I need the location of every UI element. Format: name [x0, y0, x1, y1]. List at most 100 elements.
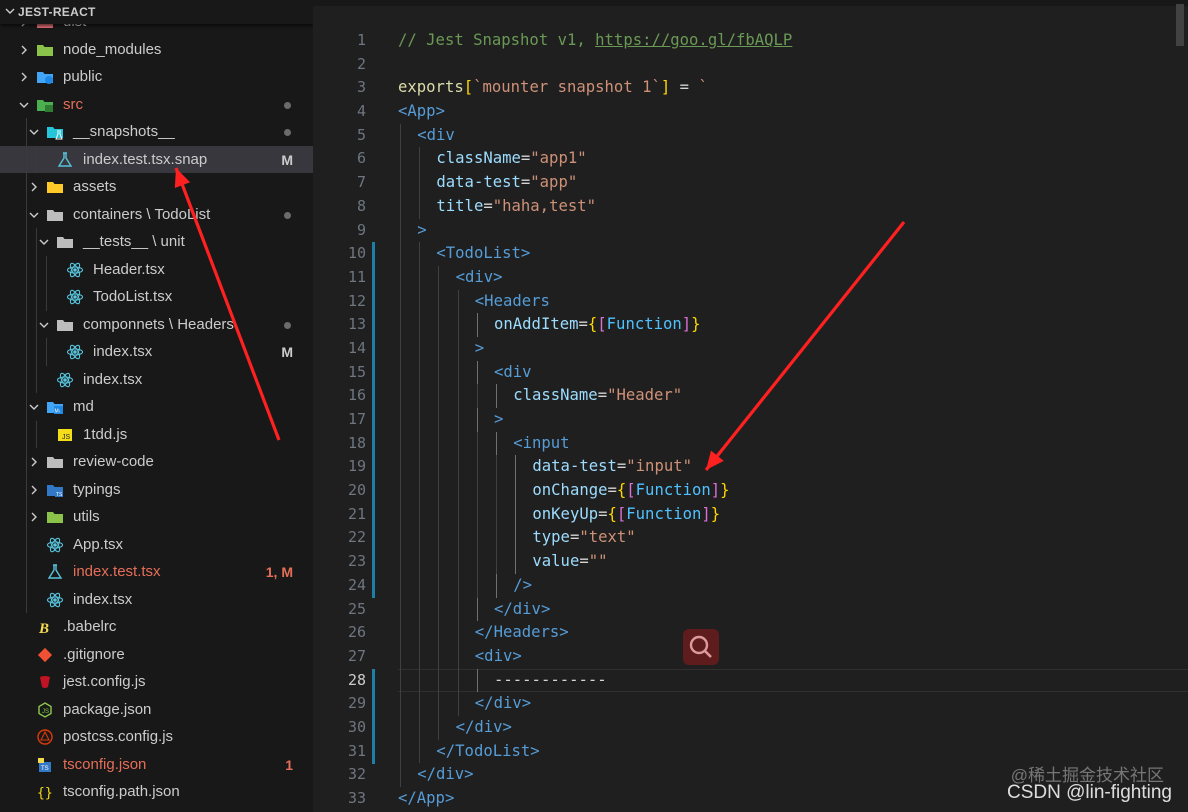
code-text[interactable]: <TodoList>: [436, 242, 530, 266]
code-text[interactable]: exports[`mounter snapshot 1`] = `: [398, 76, 708, 100]
code-line[interactable]: 6 className="app1": [313, 147, 1188, 172]
tree-file[interactable]: index.tsx M: [0, 338, 313, 366]
code-text[interactable]: >: [494, 408, 503, 432]
chevron-down-icon[interactable]: [28, 209, 40, 221]
code-line[interactable]: 25 </div>: [313, 597, 1188, 622]
code-line[interactable]: 14 >: [313, 336, 1188, 361]
code-text[interactable]: type="text": [532, 526, 635, 550]
tree-folder[interactable]: src: [0, 91, 313, 119]
code-line[interactable]: 8 title="haha,test": [313, 194, 1188, 219]
code-text[interactable]: >: [475, 337, 484, 361]
chevron-down-icon[interactable]: [38, 319, 50, 331]
chevron-right-icon[interactable]: [28, 181, 40, 193]
tree-folder[interactable]: review-code: [0, 448, 313, 476]
code-text[interactable]: onKeyUp={[Function]}: [532, 503, 720, 527]
code-text[interactable]: >: [417, 219, 426, 243]
code-text[interactable]: <App>: [398, 100, 445, 124]
tree-file[interactable]: JS package.json: [0, 696, 313, 724]
chevron-down-icon[interactable]: [28, 401, 40, 413]
tree-file[interactable]: B .babelrc: [0, 613, 313, 641]
tree-file[interactable]: {} tsconfig.path.json: [0, 778, 313, 806]
code-text[interactable]: className="app1": [436, 147, 586, 171]
code-text[interactable]: ------------: [494, 669, 607, 693]
tree-folder[interactable]: __snapshots__: [0, 118, 313, 146]
tree-file[interactable]: .gitignore: [0, 641, 313, 669]
code-line[interactable]: 1 // Jest Snapshot v1, https://goo.gl/fbA…: [313, 29, 1188, 53]
chevron-down-icon[interactable]: [4, 5, 16, 17]
tree-folder[interactable]: public: [0, 63, 313, 91]
code-text[interactable]: </Headers>: [475, 621, 569, 645]
code-line[interactable]: 16 className="Header": [313, 384, 1188, 408]
code-text[interactable]: <div>: [475, 645, 522, 669]
code-line[interactable]: 18 <input: [313, 431, 1188, 456]
tree-file[interactable]: index.test.tsx 1, M: [0, 558, 313, 586]
chevron-right-icon[interactable]: [28, 484, 40, 496]
code-text[interactable]: <Headers: [475, 290, 550, 314]
code-lines[interactable]: 1 // Jest Snapshot v1, https://goo.gl/fbA…: [313, 29, 1188, 811]
chevron-right-icon[interactable]: [28, 456, 40, 468]
vertical-scrollbar[interactable]: [1174, 0, 1188, 812]
code-line[interactable]: 3 exports[`mounter snapshot 1`] = `: [313, 76, 1188, 100]
code-text[interactable]: data-test="app": [436, 171, 577, 195]
tree-file[interactable]: jest.config.js: [0, 668, 313, 696]
tree-file[interactable]: index.tsx: [0, 585, 313, 613]
code-line[interactable]: 31 </TodoList>: [313, 739, 1188, 764]
code-line[interactable]: 17 >: [313, 408, 1188, 432]
code-text[interactable]: </App>: [398, 787, 454, 811]
code-line[interactable]: 28 ------------: [313, 668, 1188, 693]
scrollbar-thumb[interactable]: [1176, 4, 1184, 46]
code-text[interactable]: <div: [494, 361, 532, 385]
explorer-header[interactable]: JEST-REACT: [0, 0, 313, 24]
tree-folder[interactable]: assets: [0, 173, 313, 201]
code-text[interactable]: </TodoList>: [436, 740, 539, 764]
code-line[interactable]: 20 onChange={[Function]}: [313, 479, 1188, 503]
code-line[interactable]: 30 </div>: [313, 715, 1188, 740]
code-line[interactable]: 26 </Headers>: [313, 621, 1188, 645]
chevron-right-icon[interactable]: [28, 511, 40, 523]
code-line[interactable]: 12 <Headers: [313, 289, 1188, 314]
code-text[interactable]: // Jest Snapshot v1, https://goo.gl/fbAQ…: [398, 29, 792, 53]
code-line[interactable]: 23 value="": [313, 550, 1188, 574]
tree-folder[interactable]: M↓ md: [0, 393, 313, 421]
code-line[interactable]: 9 >: [313, 218, 1188, 243]
chevron-right-icon[interactable]: [18, 71, 30, 83]
code-text[interactable]: />: [513, 574, 532, 598]
code-line[interactable]: 19 data-test="input": [313, 455, 1188, 480]
code-text[interactable]: onChange={[Function]}: [532, 479, 729, 503]
floating-search-button[interactable]: [683, 629, 719, 665]
code-text[interactable]: <div>: [456, 266, 503, 290]
tree-folder[interactable]: containers \ TodoList: [0, 200, 313, 228]
code-text[interactable]: </div>: [494, 598, 550, 622]
code-line[interactable]: 27 <div>: [313, 644, 1188, 669]
tree-file[interactable]: TS tsconfig.json 1: [0, 751, 313, 779]
code-line[interactable]: 15 <div: [313, 360, 1188, 385]
code-line[interactable]: 2: [313, 53, 1188, 77]
code-line[interactable]: 5 <div: [313, 123, 1188, 148]
code-line[interactable]: 4 <App>: [313, 100, 1188, 124]
tree-folder[interactable]: utils: [0, 503, 313, 531]
code-line[interactable]: 29 </div>: [313, 692, 1188, 716]
code-text[interactable]: <div: [417, 124, 455, 148]
code-text[interactable]: data-test="input": [532, 455, 692, 479]
tree-file[interactable]: index.test.tsx.snap M: [0, 145, 313, 173]
code-text[interactable]: <input: [513, 432, 569, 456]
code-text[interactable]: title="haha,test": [436, 195, 596, 219]
chevron-right-icon[interactable]: [18, 44, 30, 56]
tree-file[interactable]: index.tsx: [0, 365, 313, 393]
tree-folder[interactable]: componnets \ Headers: [0, 310, 313, 338]
code-text[interactable]: value="": [532, 550, 607, 574]
tree-folder[interactable]: node_modules: [0, 36, 313, 64]
chevron-down-icon[interactable]: [18, 99, 30, 111]
chevron-down-icon[interactable]: [28, 126, 40, 138]
tree-file[interactable]: TodoList.tsx: [0, 283, 313, 311]
code-text[interactable]: </div>: [417, 763, 473, 787]
code-line[interactable]: 22 type="text": [313, 526, 1188, 551]
code-line[interactable]: 13 onAddItem={[Function]}: [313, 313, 1188, 337]
code-text[interactable]: className="Header": [513, 384, 682, 408]
code-editor[interactable]: 1 // Jest Snapshot v1, https://goo.gl/fbA…: [313, 0, 1188, 812]
chevron-down-icon[interactable]: [38, 236, 50, 248]
tree-folder[interactable]: __tests__ \ unit: [0, 228, 313, 256]
tree-folder[interactable]: TS typings: [0, 475, 313, 503]
code-line[interactable]: 7 data-test="app": [313, 171, 1188, 195]
code-text[interactable]: </div>: [475, 692, 531, 716]
